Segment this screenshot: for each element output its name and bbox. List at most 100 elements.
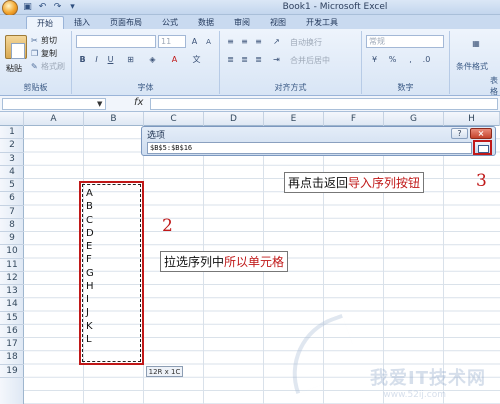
close-button[interactable]: ×	[470, 128, 492, 139]
scissors-icon: ✂	[31, 35, 38, 45]
row-header[interactable]: 5	[0, 179, 24, 193]
row-header[interactable]: 3	[0, 153, 24, 166]
format-painter-button[interactable]: ✎ 格式刷	[31, 61, 65, 72]
font-group-label: 字体	[137, 83, 154, 92]
tab-formulas[interactable]: 公式	[152, 16, 188, 29]
align-right-icon[interactable]: ≣	[252, 53, 265, 65]
cell-value[interactable]: D	[86, 227, 126, 240]
indent-icon[interactable]: ⇥	[270, 53, 283, 65]
formula-input[interactable]	[150, 98, 498, 110]
step-2-number: 2	[162, 216, 173, 236]
row-header[interactable]: 12	[0, 272, 24, 285]
row-header[interactable]: 2	[0, 139, 24, 153]
merge-center-button[interactable]: 合并后居中	[290, 55, 330, 66]
align-left-icon[interactable]: ≣	[224, 53, 237, 65]
column-header[interactable]: B	[84, 112, 144, 126]
tab-developer[interactable]: 开发工具	[296, 16, 348, 29]
align-top-icon[interactable]: ≡	[224, 35, 237, 47]
copy-button[interactable]: ❐ 复制	[31, 48, 57, 59]
range-select-dialog: 选项 ? × $B$5:$B$16	[141, 126, 496, 156]
align-center-icon[interactable]: ≣	[238, 53, 251, 65]
row-header[interactable]: 7	[0, 206, 24, 219]
conditional-format-button[interactable]: 条件格式	[456, 61, 488, 72]
help-button[interactable]: ?	[451, 128, 468, 139]
font-size-combo[interactable]: 11	[158, 35, 186, 48]
cell-value[interactable]: J	[86, 306, 126, 319]
font-name-combo[interactable]	[76, 35, 156, 48]
increase-decimal-icon[interactable]: .0	[420, 53, 433, 65]
bold-icon[interactable]: B	[76, 53, 89, 65]
column-header[interactable]: A	[24, 112, 84, 126]
align-middle-icon[interactable]: ≡	[238, 35, 251, 47]
number-format-combo[interactable]: 常规	[366, 35, 444, 48]
grow-font-icon[interactable]: A	[188, 35, 201, 47]
column-header[interactable]: G	[384, 112, 444, 126]
cell-value[interactable]: G	[86, 267, 126, 280]
name-box[interactable]: ▼	[2, 98, 106, 110]
row-header[interactable]: 14	[0, 298, 24, 312]
shrink-font-icon[interactable]: A	[202, 35, 215, 47]
row-header[interactable]: 1	[0, 126, 24, 140]
comma-icon[interactable]: ,	[404, 53, 417, 65]
cell-value[interactable]: E	[86, 240, 126, 253]
conditional-format-icon[interactable]: ▦	[468, 37, 484, 53]
currency-icon[interactable]: ¥	[368, 53, 381, 65]
number-group-label: 数字	[397, 83, 414, 92]
row-header[interactable]: 9	[0, 232, 24, 246]
tab-data[interactable]: 数据	[188, 16, 224, 29]
selection-size-tooltip: 12R x 1C	[146, 366, 183, 377]
cell-value[interactable]: I	[86, 293, 126, 306]
title-bar: ▣ ↶ ↷ ▾ Book1 - Microsoft Excel	[0, 0, 500, 16]
select-all-corner[interactable]	[0, 112, 24, 126]
wrap-text-button[interactable]: 自动换行	[290, 37, 322, 48]
tab-home[interactable]: 开始	[26, 16, 64, 29]
range-input[interactable]: $B$5:$B$16	[147, 142, 472, 154]
border-icon[interactable]: ⊞	[124, 53, 137, 65]
underline-icon[interactable]: U	[104, 53, 117, 65]
column-header[interactable]: H	[444, 112, 500, 126]
column-header[interactable]: C	[144, 112, 204, 126]
align-bottom-icon[interactable]: ≡	[252, 35, 265, 47]
cell-value[interactable]: L	[86, 333, 126, 346]
row-header[interactable]: 19	[0, 365, 24, 378]
row-header[interactable]: 16	[0, 325, 24, 338]
table-format-button[interactable]: 表格	[490, 75, 500, 97]
row-header[interactable]: 15	[0, 312, 24, 325]
fx-icon[interactable]: fx	[134, 97, 143, 108]
paste-icon[interactable]	[5, 35, 27, 59]
row-header[interactable]: 4	[0, 166, 24, 179]
cell-value[interactable]: F	[86, 253, 126, 266]
step-3-callout: 再点击返回导入序列按钮	[284, 172, 425, 193]
column-header[interactable]: E	[264, 112, 324, 126]
phonetic-icon[interactable]: 文	[190, 53, 203, 65]
italic-icon[interactable]: I	[90, 53, 103, 65]
chevron-down-icon[interactable]: ▼	[97, 100, 102, 108]
tab-review[interactable]: 审阅	[224, 16, 260, 29]
cell-value[interactable]: B	[86, 200, 126, 213]
row-header[interactable]: 17	[0, 338, 24, 352]
expand-dialog-button[interactable]	[473, 140, 492, 155]
column-header[interactable]: D	[204, 112, 264, 126]
row-header[interactable]: 18	[0, 351, 24, 365]
percent-icon[interactable]: %	[386, 53, 399, 65]
row-header[interactable]: 11	[0, 259, 24, 272]
paste-button[interactable]: 粘贴	[6, 63, 22, 74]
cell-value[interactable]: A	[86, 187, 126, 200]
tab-page-layout[interactable]: 页面布局	[100, 16, 152, 29]
clipboard-group: 粘贴 ✂ 剪切 ❐ 复制 ✎ 格式刷 剪贴板	[0, 31, 72, 94]
cut-button[interactable]: ✂ 剪切	[31, 35, 57, 46]
tab-insert[interactable]: 插入	[64, 16, 100, 29]
tab-view[interactable]: 视图	[260, 16, 296, 29]
cell-value[interactable]: C	[86, 214, 126, 227]
fill-color-icon[interactable]: ◈	[146, 53, 159, 65]
orientation-icon[interactable]: ↗	[270, 35, 283, 47]
cell-value[interactable]: K	[86, 320, 126, 333]
font-color-icon[interactable]: A	[168, 53, 181, 65]
row-header[interactable]: 6	[0, 192, 24, 206]
row-header[interactable]: 8	[0, 219, 24, 232]
cell-value[interactable]: H	[86, 280, 126, 293]
row-header[interactable]: 13	[0, 285, 24, 299]
row-header-bar: 1 2 3 4 5 6 7 8 9 10 11 12 13 14 15 16 17 18 19	[0, 126, 24, 404]
row-header[interactable]: 10	[0, 245, 24, 259]
column-header[interactable]: F	[324, 112, 384, 126]
